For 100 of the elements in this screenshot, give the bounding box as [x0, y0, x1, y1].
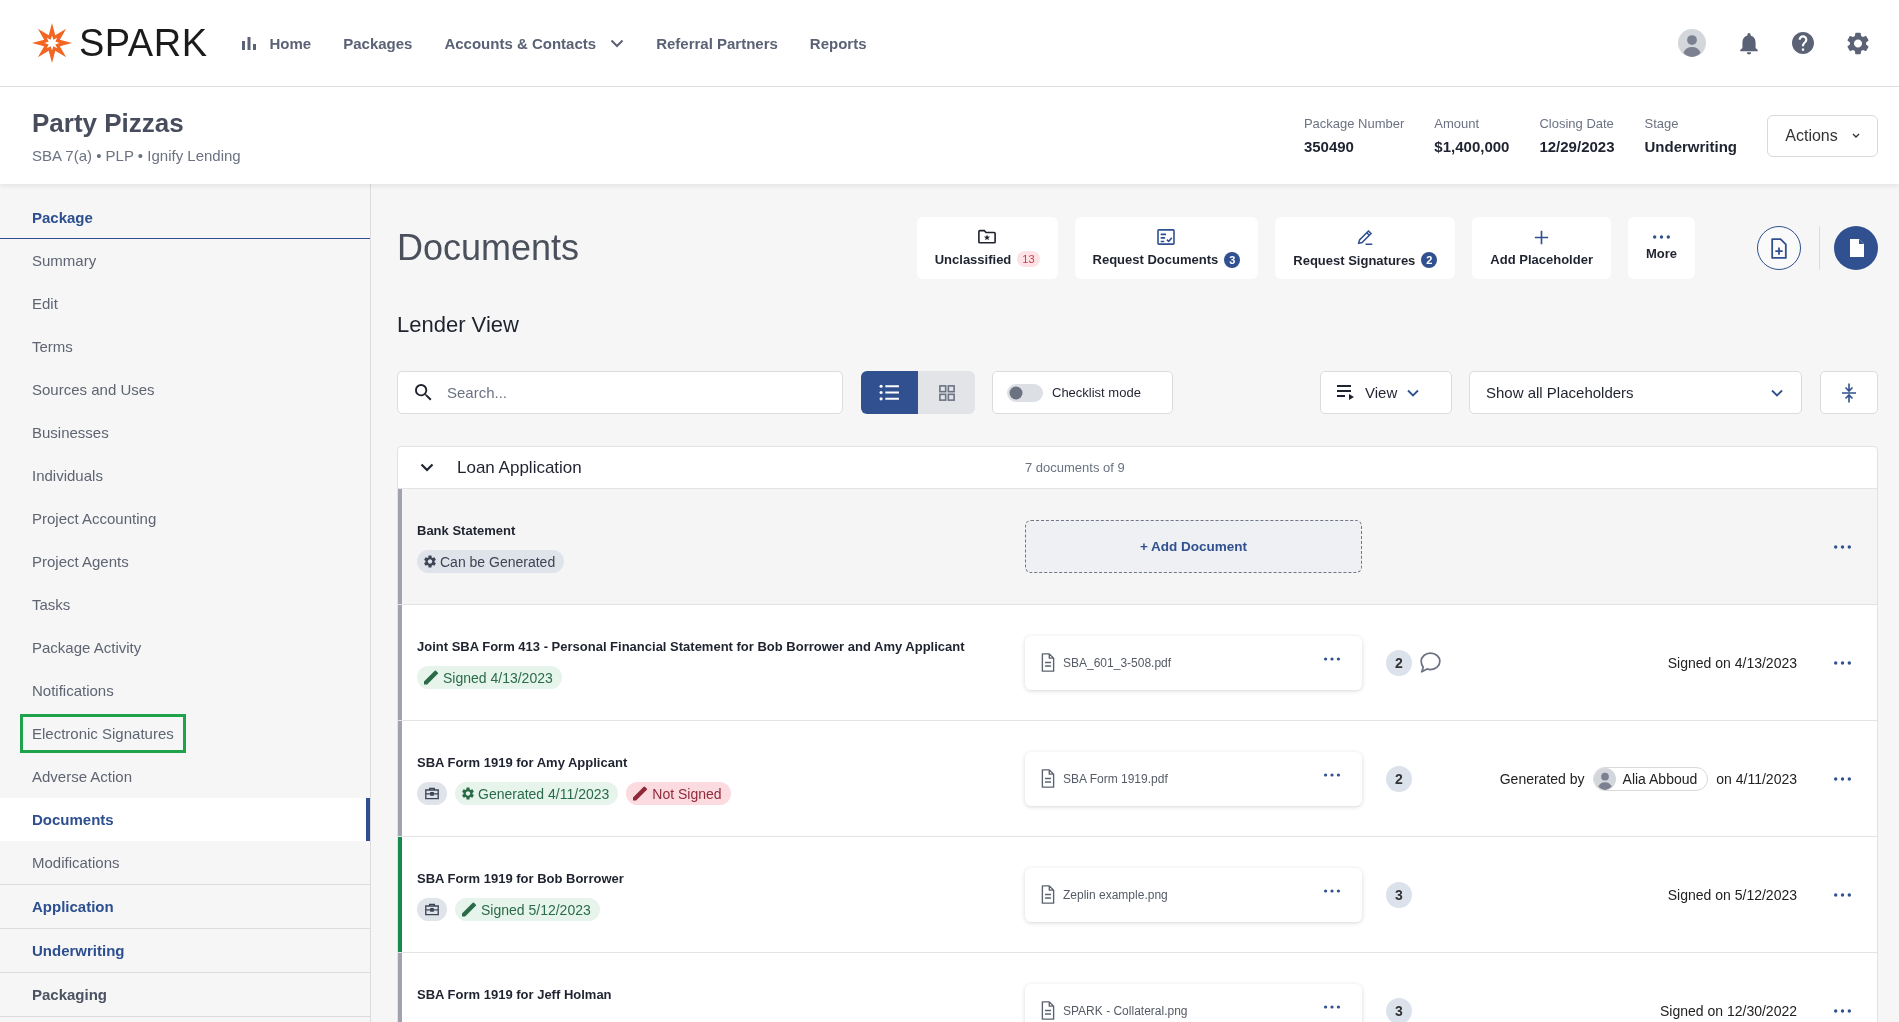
- placeholder-filter-dropdown[interactable]: Show all Placeholders: [1469, 371, 1802, 414]
- file-name: Zeplin example.png: [1063, 887, 1169, 902]
- more-icon[interactable]: [1324, 656, 1340, 661]
- file-icon: [1041, 1001, 1055, 1020]
- count-badge: 13: [1017, 251, 1040, 267]
- starburst-logo-icon: [32, 23, 72, 63]
- add-file-button[interactable]: [1757, 226, 1801, 270]
- more-icon[interactable]: [1834, 544, 1851, 549]
- more-icon[interactable]: [1834, 660, 1851, 665]
- status-text: Signed on 4/13/2023: [1667, 654, 1797, 671]
- document-title: SBA Form 1919 for Jeff Holman: [417, 986, 613, 1004]
- caret-icon: [1851, 133, 1860, 138]
- meta-label: Closing Date: [1539, 115, 1615, 132]
- document-button[interactable]: [1834, 226, 1878, 270]
- grid-view-button[interactable]: [918, 371, 975, 414]
- avatar-icon: [1593, 767, 1616, 790]
- more-icon[interactable]: [1324, 772, 1340, 777]
- settings-icon[interactable]: [1847, 31, 1869, 55]
- tag-text: Can be Generated: [440, 553, 556, 570]
- document-action-button[interactable]: More: [1627, 217, 1695, 279]
- sidebar-item[interactable]: Notifications: [0, 669, 370, 712]
- actions-button[interactable]: Actions: [1767, 114, 1878, 157]
- comment-icon[interactable]: [1420, 652, 1441, 673]
- status-text: Generated by: [1499, 770, 1585, 787]
- sidebar-section-header[interactable]: Application: [0, 885, 370, 928]
- meta-value: 12/29/2023: [1539, 137, 1615, 156]
- sidebar-item[interactable]: Sources and Uses: [0, 368, 370, 411]
- document-action-button[interactable]: Request Signatures 2: [1275, 217, 1456, 279]
- more-icon[interactable]: [1834, 776, 1851, 781]
- sidebar-item[interactable]: Project Agents: [0, 540, 370, 583]
- status-text: Signed on 12/30/2022: [1660, 1002, 1797, 1019]
- sidebar-item[interactable]: Edit: [0, 282, 370, 325]
- user-name: Alia Abboud: [1622, 770, 1698, 787]
- chevron-down-icon[interactable]: [420, 463, 434, 472]
- status-text: Signed on 5/12/2023: [1667, 886, 1797, 903]
- sidebar-item[interactable]: Individuals: [0, 454, 370, 497]
- document-action-button[interactable]: Request Documents 3: [1074, 217, 1259, 279]
- tag-text: Not Signed: [652, 785, 722, 802]
- checklist-icon: [1157, 228, 1176, 245]
- nav-link[interactable]: Referral Partners: [656, 34, 778, 52]
- collapse-arrows-icon: [1842, 382, 1856, 403]
- chevron-down-icon: [1407, 388, 1420, 397]
- sidebar-item[interactable]: Modifications: [0, 841, 370, 884]
- more-icon[interactable]: [1834, 1008, 1851, 1013]
- briefcase-icon: [417, 898, 447, 921]
- sidebar-item[interactable]: Adverse Action: [0, 755, 370, 798]
- version-count-badge: 2: [1386, 765, 1412, 792]
- view-dropdown[interactable]: View: [1320, 371, 1452, 414]
- file-icon: [1041, 769, 1055, 788]
- user-avatar-icon[interactable]: [1678, 29, 1706, 57]
- sidebar-section-header[interactable]: Package: [0, 196, 370, 239]
- nav-link[interactable]: Home: [241, 34, 312, 52]
- file-card[interactable]: Zeplin example.png: [1025, 867, 1362, 922]
- document-count: 7 documents of 9: [1025, 460, 1126, 475]
- file-card[interactable]: SBA_601_3-508.pdf: [1025, 635, 1362, 690]
- help-icon[interactable]: [1792, 32, 1814, 54]
- view-title: Lender View: [397, 311, 520, 339]
- collapse-button[interactable]: [1820, 371, 1878, 414]
- nav-link[interactable]: Packages: [343, 34, 413, 52]
- meta-value: $1,400,000: [1434, 137, 1510, 156]
- more-icon[interactable]: [1834, 892, 1851, 897]
- more-icon[interactable]: [1324, 888, 1340, 893]
- tag-text: Signed 4/13/2023: [443, 669, 553, 686]
- status-text: on 4/11/2023: [1716, 770, 1797, 787]
- folder-star-icon: [978, 229, 997, 244]
- document-action-button[interactable]: Unclassified 13: [916, 217, 1058, 279]
- list-view-button[interactable]: [861, 371, 918, 414]
- sidebar-item[interactable]: Project Accounting: [0, 497, 370, 540]
- document-icon: [1848, 238, 1864, 258]
- sidebar-item[interactable]: Package Activity: [0, 626, 370, 669]
- sidebar-item[interactable]: Terms: [0, 325, 370, 368]
- sidebar-item[interactable]: Summary: [0, 239, 370, 282]
- meta-label: Stage: [1644, 115, 1680, 132]
- file-name: SBA Form 1919.pdf: [1063, 771, 1169, 786]
- sidebar-section-header[interactable]: Underwriting: [0, 929, 370, 972]
- version-count-badge: 3: [1386, 997, 1412, 1022]
- more-icon[interactable]: [1324, 1004, 1340, 1009]
- document-action-button[interactable]: Add Placeholder: [1472, 217, 1611, 279]
- bell-icon[interactable]: [1739, 31, 1759, 55]
- search-field[interactable]: Search...: [397, 371, 843, 414]
- file-card[interactable]: SPARK - Collateral.png: [1025, 983, 1362, 1022]
- nav-link[interactable]: Accounts & Contacts: [444, 34, 625, 52]
- sidebar-item[interactable]: Documents: [0, 798, 370, 841]
- sidebar-item[interactable]: Businesses: [0, 411, 370, 454]
- nav-link[interactable]: Reports: [809, 34, 867, 52]
- logo-text: SPARK: [79, 24, 208, 62]
- document-title: SBA Form 1919 for Bob Borrower: [417, 870, 625, 888]
- more-icon: [1652, 235, 1670, 239]
- add-document-button[interactable]: + Add Document: [1025, 520, 1362, 573]
- file-card[interactable]: SBA Form 1919.pdf: [1025, 751, 1362, 806]
- search-icon: [415, 384, 432, 401]
- plus-icon: [1534, 229, 1550, 245]
- briefcase-icon: [417, 782, 447, 805]
- sidebar-item[interactable]: Electronic Signatures: [0, 712, 370, 755]
- file-icon: [1041, 653, 1055, 672]
- group-title: Loan Application: [457, 457, 582, 478]
- chevron-down-icon: [1771, 388, 1783, 397]
- package-name: Party Pizzas: [32, 106, 185, 139]
- sidebar-item[interactable]: Tasks: [0, 583, 370, 626]
- checklist-mode-toggle[interactable]: Checklist mode: [992, 371, 1173, 414]
